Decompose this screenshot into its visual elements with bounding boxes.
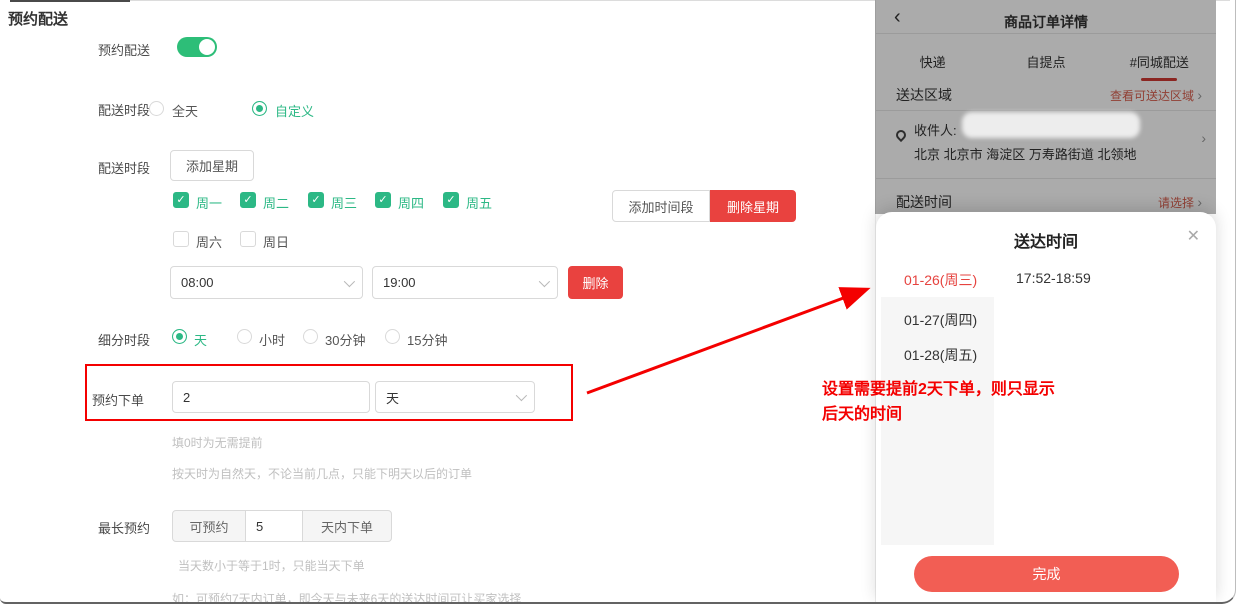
checkbox-sunday[interactable] (240, 231, 256, 247)
reserve-toggle-label: 预约配送 (98, 40, 150, 59)
start-time-value: 08:00 (181, 275, 214, 290)
chevron-down-icon (516, 390, 527, 401)
delete-week-button[interactable]: 删除星期 (710, 190, 796, 222)
radio-all-day-label[interactable]: 全天 (172, 101, 198, 120)
max-reserve-suffix: 天内下单 (302, 510, 392, 542)
checkbox-saturday[interactable] (173, 231, 189, 247)
advance-unit-value: 天 (386, 388, 399, 407)
window-top-edge-dark (10, 0, 130, 2)
radio-30min[interactable] (303, 329, 318, 344)
screenshot-root: 预约配送 预约配送 配送时段 全天 自定义 配送时段 添加星期 ✓ 周一 ✓ 周… (0, 0, 1236, 604)
radio-day[interactable] (172, 329, 187, 344)
close-icon[interactable]: ✕ (1187, 226, 1200, 246)
add-timeslot-button[interactable]: 添加时间段 (612, 190, 710, 222)
start-time-select[interactable]: 08:00 (170, 266, 363, 299)
checkbox-friday[interactable]: ✓ (443, 192, 459, 208)
radio-hour[interactable] (237, 329, 252, 344)
page-title: 预约配送 (8, 8, 68, 29)
max-reserve-hint-today: 当天数小于等于1时，只能当天下单 (178, 557, 365, 574)
advance-order-label: 预约下单 (92, 390, 144, 409)
annotation-arrow (575, 273, 880, 401)
chevron-down-icon (344, 275, 355, 286)
checkbox-saturday-label[interactable]: 周六 (196, 232, 222, 251)
checkbox-monday[interactable]: ✓ (173, 192, 189, 208)
chevron-down-icon (539, 275, 550, 286)
radio-day-label[interactable]: 天 (194, 330, 207, 349)
max-reserve-prefix: 可预约 (172, 510, 246, 542)
period-radio-label: 配送时段 (98, 100, 150, 119)
toggle-knob-icon (199, 39, 215, 55)
end-time-select[interactable]: 19:00 (372, 266, 558, 299)
checkbox-tuesday-label[interactable]: 周二 (263, 193, 289, 212)
granularity-label: 细分时段 (98, 330, 150, 349)
radio-hour-label[interactable]: 小时 (259, 330, 285, 349)
radio-15min[interactable] (385, 329, 400, 344)
advance-days-input[interactable] (172, 381, 370, 413)
time-slot-option[interactable]: 17:52-18:59 (1016, 270, 1091, 286)
advance-hint-zero: 填0时为无需提前 (172, 434, 263, 451)
end-time-value: 19:00 (383, 275, 416, 290)
max-reserve-days-input[interactable] (245, 510, 303, 542)
max-reserve-hint-example: 如：可预约7天内订单，即今天与未来6天的送达时间可让买家选择 (172, 590, 521, 604)
checkbox-wednesday[interactable]: ✓ (308, 192, 324, 208)
checkbox-monday-label[interactable]: 周一 (196, 193, 222, 212)
radio-30min-label[interactable]: 30分钟 (325, 330, 365, 349)
redacted-recipient-name (962, 112, 1140, 138)
date-option-3[interactable]: 01-28(周五) (904, 345, 977, 365)
checkbox-thursday[interactable]: ✓ (375, 192, 391, 208)
checkbox-thursday-label[interactable]: 周四 (398, 193, 424, 212)
week-section-label: 配送时段 (98, 158, 150, 177)
radio-custom-label[interactable]: 自定义 (275, 101, 314, 120)
radio-custom[interactable] (252, 101, 267, 116)
done-button[interactable]: 完成 (914, 556, 1179, 592)
modal-dim-overlay (875, 0, 1216, 214)
checkbox-wednesday-label[interactable]: 周三 (331, 193, 357, 212)
add-week-button[interactable]: 添加星期 (170, 150, 254, 181)
modal-title: 送达时间 (876, 228, 1216, 252)
checkbox-tuesday[interactable]: ✓ (240, 192, 256, 208)
date-option-selected[interactable]: 01-26(周三) (904, 270, 977, 290)
checkbox-sunday-label[interactable]: 周日 (263, 232, 289, 251)
advance-unit-select[interactable]: 天 (375, 381, 535, 413)
reserve-delivery-toggle[interactable] (177, 37, 217, 57)
checkbox-friday-label[interactable]: 周五 (466, 193, 492, 212)
radio-15min-label[interactable]: 15分钟 (407, 330, 447, 349)
date-option-2[interactable]: 01-27(周四) (904, 310, 977, 330)
advance-hint-day: 按天时为自然天，不论当前几点，只能下明天以后的订单 (172, 465, 472, 482)
max-reserve-label: 最长预约 (98, 518, 150, 537)
radio-all-day[interactable] (149, 101, 164, 116)
